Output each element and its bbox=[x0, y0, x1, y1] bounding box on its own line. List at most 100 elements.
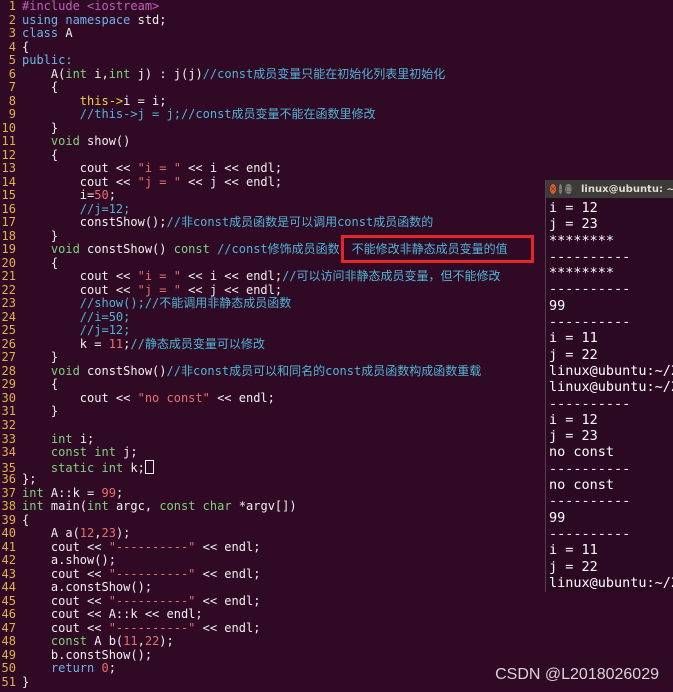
line-number: 25 bbox=[1, 323, 16, 338]
code-line[interactable]: 47 cout << "----------" << endl; bbox=[0, 620, 673, 636]
code-token: public: bbox=[22, 53, 73, 68]
code-token: const bbox=[50, 445, 88, 460]
code-token: //show();//不能调用非静态成员函数 bbox=[22, 296, 292, 311]
line-number: 46 bbox=[1, 607, 16, 622]
code-token: void bbox=[50, 363, 80, 378]
code-token: //可以访问非静态成员变量，但不能修改 bbox=[282, 269, 501, 284]
code-text: this->i = i; bbox=[22, 94, 167, 108]
code-line[interactable]: 13 cout << "i = " << i << endl; bbox=[0, 161, 673, 176]
code-token: { bbox=[22, 255, 59, 270]
code-text: cout << "----------" << endl; bbox=[22, 620, 261, 635]
code-token: ; bbox=[108, 661, 116, 676]
code-token: i, bbox=[87, 66, 109, 81]
terminal-line: ---------- bbox=[549, 395, 631, 412]
code-text: int main(int argc, const char *argv[]) bbox=[22, 499, 297, 513]
code-line[interactable]: 3 class A bbox=[0, 26, 673, 41]
code-line[interactable]: 46 cout << A::k << endl; bbox=[0, 607, 673, 622]
terminal-window[interactable]: × – □ linux@ubuntu: ~ i = 12 j = 23 ******… bbox=[545, 180, 673, 592]
code-line[interactable]: 48 const A b(11,22); bbox=[0, 634, 673, 649]
line-number: 36 bbox=[1, 472, 16, 487]
code-token: ); bbox=[115, 526, 131, 541]
code-text: A(int i,int j) : j(j)//const成员变量只能在初始化列表… bbox=[22, 67, 445, 81]
close-icon[interactable]: × bbox=[550, 184, 556, 194]
code-token: << endl; bbox=[195, 566, 261, 581]
code-token: const bbox=[173, 242, 210, 257]
code-text: } bbox=[22, 121, 58, 135]
code-token: } bbox=[22, 228, 59, 243]
line-number: 24 bbox=[1, 309, 16, 324]
code-line[interactable]: 4{ bbox=[0, 40, 673, 55]
code-line[interactable]: 7 { bbox=[0, 80, 673, 95]
code-token: main( bbox=[43, 499, 88, 514]
code-token: int bbox=[22, 485, 44, 500]
terminal-line: ---------- bbox=[549, 460, 631, 477]
code-token: << j << endl; bbox=[180, 282, 283, 297]
code-text: constShow();//非const成员函数是可以调用const成员函数的 bbox=[22, 215, 433, 229]
code-text: } bbox=[22, 350, 58, 365]
line-number: 9 bbox=[8, 107, 16, 122]
code-text: using namespace std; bbox=[22, 13, 167, 27]
line-number: 45 bbox=[1, 593, 16, 608]
code-text: } bbox=[22, 229, 58, 243]
code-token: 50 bbox=[94, 188, 109, 203]
line-number: 50 bbox=[1, 661, 16, 676]
code-line[interactable]: 10 } bbox=[0, 121, 673, 136]
code-line[interactable]: 1 #include <iostream> bbox=[0, 0, 673, 14]
code-line[interactable]: 5 public: bbox=[0, 53, 673, 68]
code-text: int A::k = 99; bbox=[22, 486, 123, 500]
code-text: cout << "i = " << i << endl;//可以访问非静态成员变… bbox=[22, 269, 501, 284]
line-number: 30 bbox=[1, 390, 16, 405]
line-number: 27 bbox=[1, 350, 16, 365]
line-number: 39 bbox=[1, 512, 16, 527]
line-number: 7 bbox=[8, 80, 16, 95]
code-token: int bbox=[94, 445, 116, 460]
code-token: int bbox=[87, 499, 109, 514]
minimize-icon[interactable]: – bbox=[558, 184, 563, 194]
code-token: 11 bbox=[108, 336, 124, 351]
terminal-output[interactable]: i = 12 j = 23 ******** ---------- ******** --… bbox=[546, 198, 673, 591]
code-token: int bbox=[22, 499, 44, 514]
line-number: 42 bbox=[1, 553, 16, 568]
code-token: j) : j(j) bbox=[130, 66, 203, 81]
line-number: 12 bbox=[1, 147, 16, 162]
terminal-titlebar[interactable]: × – □ linux@ubuntu: ~ bbox=[546, 180, 673, 198]
code-line[interactable]: 9 //this->j = j;//const成员变量不能在函数里修改 bbox=[0, 107, 673, 122]
code-token: cout << bbox=[22, 282, 138, 297]
maximize-icon[interactable]: □ bbox=[565, 184, 572, 194]
line-number: 8 bbox=[8, 93, 16, 108]
code-line[interactable]: 2 using namespace std; bbox=[0, 13, 673, 28]
code-token: A a( bbox=[22, 526, 80, 541]
code-token: cout << bbox=[22, 161, 138, 176]
line-number: 3 bbox=[8, 26, 16, 41]
code-token: } bbox=[22, 674, 30, 689]
code-text: } bbox=[22, 675, 29, 689]
code-token: constShow() bbox=[79, 242, 174, 257]
code-token: 11 bbox=[123, 634, 138, 649]
line-number: 1 bbox=[8, 0, 16, 13]
code-text: cout << "j = " << j << endl; bbox=[22, 175, 282, 189]
code-token: //j=12; bbox=[22, 201, 131, 216]
code-token: return bbox=[50, 661, 95, 676]
code-line[interactable]: 45 cout << "----------" << endl; bbox=[0, 593, 673, 609]
line-number: 15 bbox=[1, 188, 16, 203]
code-line[interactable]: 11 void show() bbox=[0, 134, 673, 149]
code-token: i= bbox=[22, 188, 95, 203]
line-number: 20 bbox=[1, 255, 16, 270]
code-token: cout << A::k << endl; bbox=[22, 607, 203, 622]
code-line[interactable]: 49 b.constShow(); bbox=[0, 648, 673, 663]
code-token: << i << endl; bbox=[180, 269, 283, 284]
line-number: 16 bbox=[1, 201, 16, 216]
code-line[interactable]: 6 A(int i,int j) : j(j)//const成员变量只能在初始化… bbox=[0, 67, 673, 82]
line-number: 47 bbox=[1, 620, 16, 635]
code-line[interactable]: 12 { bbox=[0, 147, 673, 163]
terminal-line: ---------- bbox=[549, 314, 631, 331]
line-number: 23 bbox=[1, 296, 16, 311]
code-token: << endl; bbox=[195, 620, 261, 635]
line-number: 19 bbox=[1, 242, 16, 257]
code-token: int bbox=[108, 66, 131, 81]
code-text: a.constShow(); bbox=[22, 580, 152, 594]
code-text: cout << A::k << endl; bbox=[22, 607, 203, 621]
code-text: public: bbox=[22, 53, 73, 67]
